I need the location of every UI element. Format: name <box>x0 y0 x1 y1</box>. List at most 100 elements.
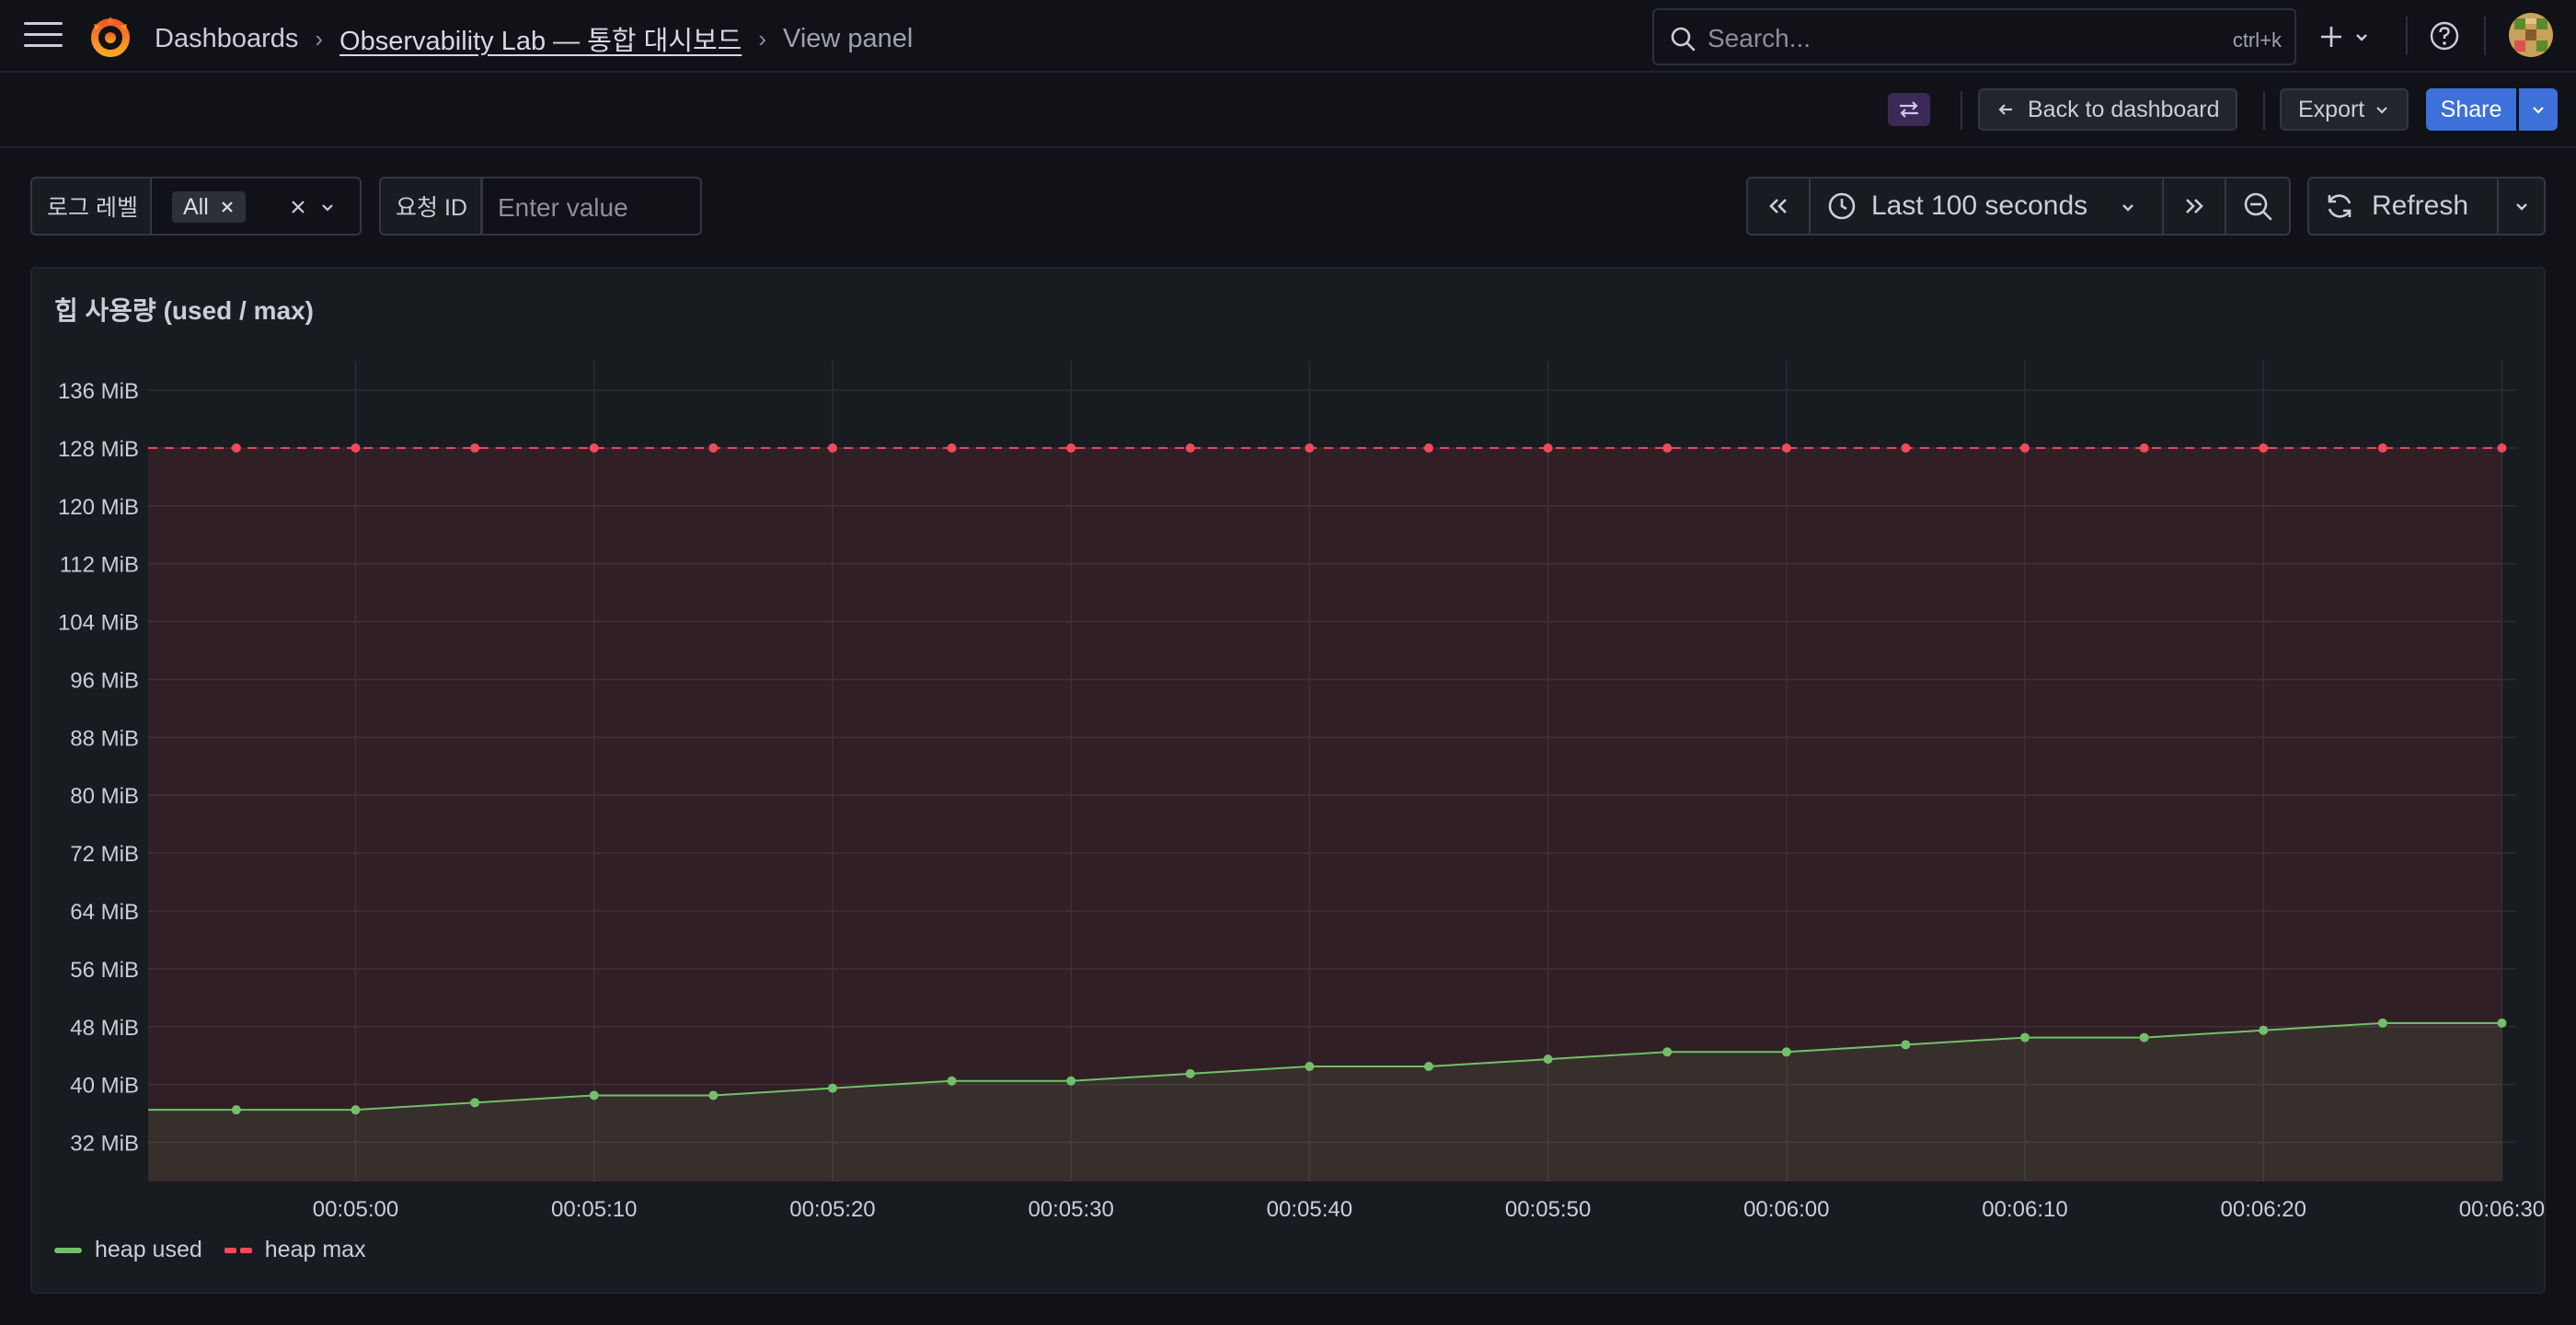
export-button[interactable]: Export <box>2280 88 2409 131</box>
legend: heap used heap max <box>54 1237 366 1263</box>
clear-icon[interactable] <box>290 199 306 215</box>
refresh-icon <box>2328 194 2352 218</box>
data-point-heap-max <box>1066 443 1076 453</box>
data-point-heap-used <box>589 1090 599 1100</box>
y-tick-label: 40 MiB <box>70 1074 139 1099</box>
remove-chip-icon[interactable] <box>220 200 235 214</box>
data-point-heap-used <box>1901 1040 1911 1050</box>
data-point-heap-max <box>1185 443 1195 453</box>
x-tick-label: 00:05:50 <box>1505 1197 1591 1222</box>
data-point-heap-used <box>1185 1068 1195 1078</box>
zoom-out-icon <box>2244 192 2272 221</box>
time-shift-back-button[interactable] <box>1746 177 1811 236</box>
chevron-down-icon[interactable] <box>319 199 336 215</box>
chevron-down-icon <box>2376 107 2388 114</box>
divider <box>2263 91 2265 130</box>
data-point-heap-used <box>1305 1062 1315 1072</box>
data-point-heap-used <box>947 1076 957 1086</box>
variable-request-id-input[interactable]: Enter value <box>481 177 702 236</box>
legend-item-heap-used[interactable]: heap used <box>54 1237 202 1263</box>
breadcrumb-current: View panel <box>783 23 914 53</box>
search-input[interactable]: Search... ctrl+k <box>1652 8 2296 65</box>
back-to-dashboard-button[interactable]: Back to dashboard <box>1978 88 2238 131</box>
share-dropdown-button[interactable] <box>2519 88 2558 131</box>
data-point-heap-used <box>1543 1054 1553 1065</box>
breadcrumb-dashboards[interactable]: Dashboards <box>155 24 298 54</box>
legend-swatch <box>224 1247 252 1253</box>
user-avatar[interactable] <box>2509 13 2553 57</box>
chevrons-left-icon <box>1769 199 1787 213</box>
data-point-heap-max <box>947 443 957 453</box>
grafana-logo-icon[interactable] <box>86 13 134 61</box>
share-label: Share <box>2440 96 2502 122</box>
data-point-heap-used <box>708 1090 719 1100</box>
time-shift-forward-button[interactable] <box>2162 177 2226 236</box>
search-shortcut: ctrl+k <box>2232 29 2282 52</box>
data-point-heap-used <box>231 1105 241 1115</box>
zoom-out-button[interactable] <box>2225 177 2291 236</box>
new-button[interactable] <box>2318 17 2381 57</box>
x-tick-label: 00:05:30 <box>1028 1197 1113 1222</box>
y-tick-label: 120 MiB <box>58 495 139 520</box>
y-tick-label: 48 MiB <box>70 1016 139 1041</box>
legend-swatch <box>54 1247 82 1253</box>
clock-icon <box>1828 192 1856 220</box>
arrow-left-icon <box>1998 104 2012 115</box>
y-tick-label: 64 MiB <box>70 900 139 925</box>
variable-log-level-select[interactable]: All <box>152 177 362 236</box>
data-point-heap-max <box>2497 443 2507 453</box>
panel: 힙 사용량 (used / max) 32 MiB 40 MiB 48 MiB 56 … <box>30 267 2546 1294</box>
variable-label-text: 요청 ID <box>396 195 467 221</box>
refresh-interval-dropdown[interactable] <box>2497 177 2546 236</box>
help-icon[interactable] <box>2429 20 2460 52</box>
data-point-heap-used <box>351 1105 361 1115</box>
chevron-down-icon <box>2533 107 2544 114</box>
refresh-button[interactable]: Refresh <box>2307 177 2499 236</box>
data-point-heap-max <box>589 443 599 453</box>
divider <box>2484 17 2486 55</box>
data-point-heap-max <box>470 443 480 453</box>
chevron-down-icon <box>2515 203 2527 211</box>
data-point-heap-used <box>1781 1047 1791 1057</box>
data-point-heap-max <box>827 443 837 453</box>
x-tick-label: 00:05:40 <box>1267 1197 1352 1222</box>
variable-request-id-label: 요청 ID <box>379 177 482 236</box>
divider <box>1961 91 1962 130</box>
plus-icon <box>2321 27 2341 47</box>
share-button[interactable]: Share <box>2426 88 2516 131</box>
chevron-down-icon <box>2122 204 2133 212</box>
legend-item-heap-max[interactable]: heap max <box>224 1237 366 1263</box>
divider <box>2406 17 2408 55</box>
x-tick-label: 00:05:00 <box>313 1197 398 1222</box>
data-point-heap-max <box>2020 443 2030 453</box>
data-point-heap-max <box>2377 443 2387 453</box>
export-label: Export <box>2298 96 2365 122</box>
x-tick-label: 00:06:30 <box>2459 1197 2545 1222</box>
y-tick-label: 56 MiB <box>70 958 139 983</box>
x-tick-label: 00:06:20 <box>2221 1197 2306 1222</box>
data-point-heap-used <box>1423 1062 1433 1072</box>
x-tick-label: 00:05:20 <box>789 1197 875 1222</box>
x-tick-label: 00:06:00 <box>1743 1197 1829 1222</box>
heap-usage-chart[interactable]: 32 MiB 40 MiB 48 MiB 56 MiB 64 MiB 72 MiB 80 M… <box>32 269 2547 1226</box>
legend-label: heap used <box>95 1237 202 1262</box>
time-range-picker[interactable]: Last 100 seconds <box>1809 177 2164 236</box>
data-point-heap-max <box>708 443 719 453</box>
refresh-label: Refresh <box>2372 190 2469 221</box>
data-point-heap-used <box>2259 1025 2269 1035</box>
chevron-down-icon <box>2356 34 2367 41</box>
data-point-heap-used <box>1066 1076 1076 1086</box>
data-point-heap-used <box>827 1083 837 1093</box>
data-point-heap-max <box>231 443 241 453</box>
data-point-heap-max <box>1781 443 1791 453</box>
top-nav: Dashboards › Observability Lab — 통합 대시보드… <box>0 0 2576 73</box>
y-tick-label: 128 MiB <box>58 437 139 462</box>
menu-icon[interactable] <box>24 22 63 52</box>
y-tick-label: 112 MiB <box>60 553 139 578</box>
swap-icon[interactable] <box>1888 93 1930 126</box>
breadcrumb-dashboard-title[interactable]: Observability Lab — 통합 대시보드 <box>339 19 742 58</box>
y-tick-label: 80 MiB <box>70 784 139 809</box>
data-point-heap-max <box>1901 443 1911 453</box>
time-range-label: Last 100 seconds <box>1871 190 2088 221</box>
y-tick-label: 88 MiB <box>70 726 139 751</box>
